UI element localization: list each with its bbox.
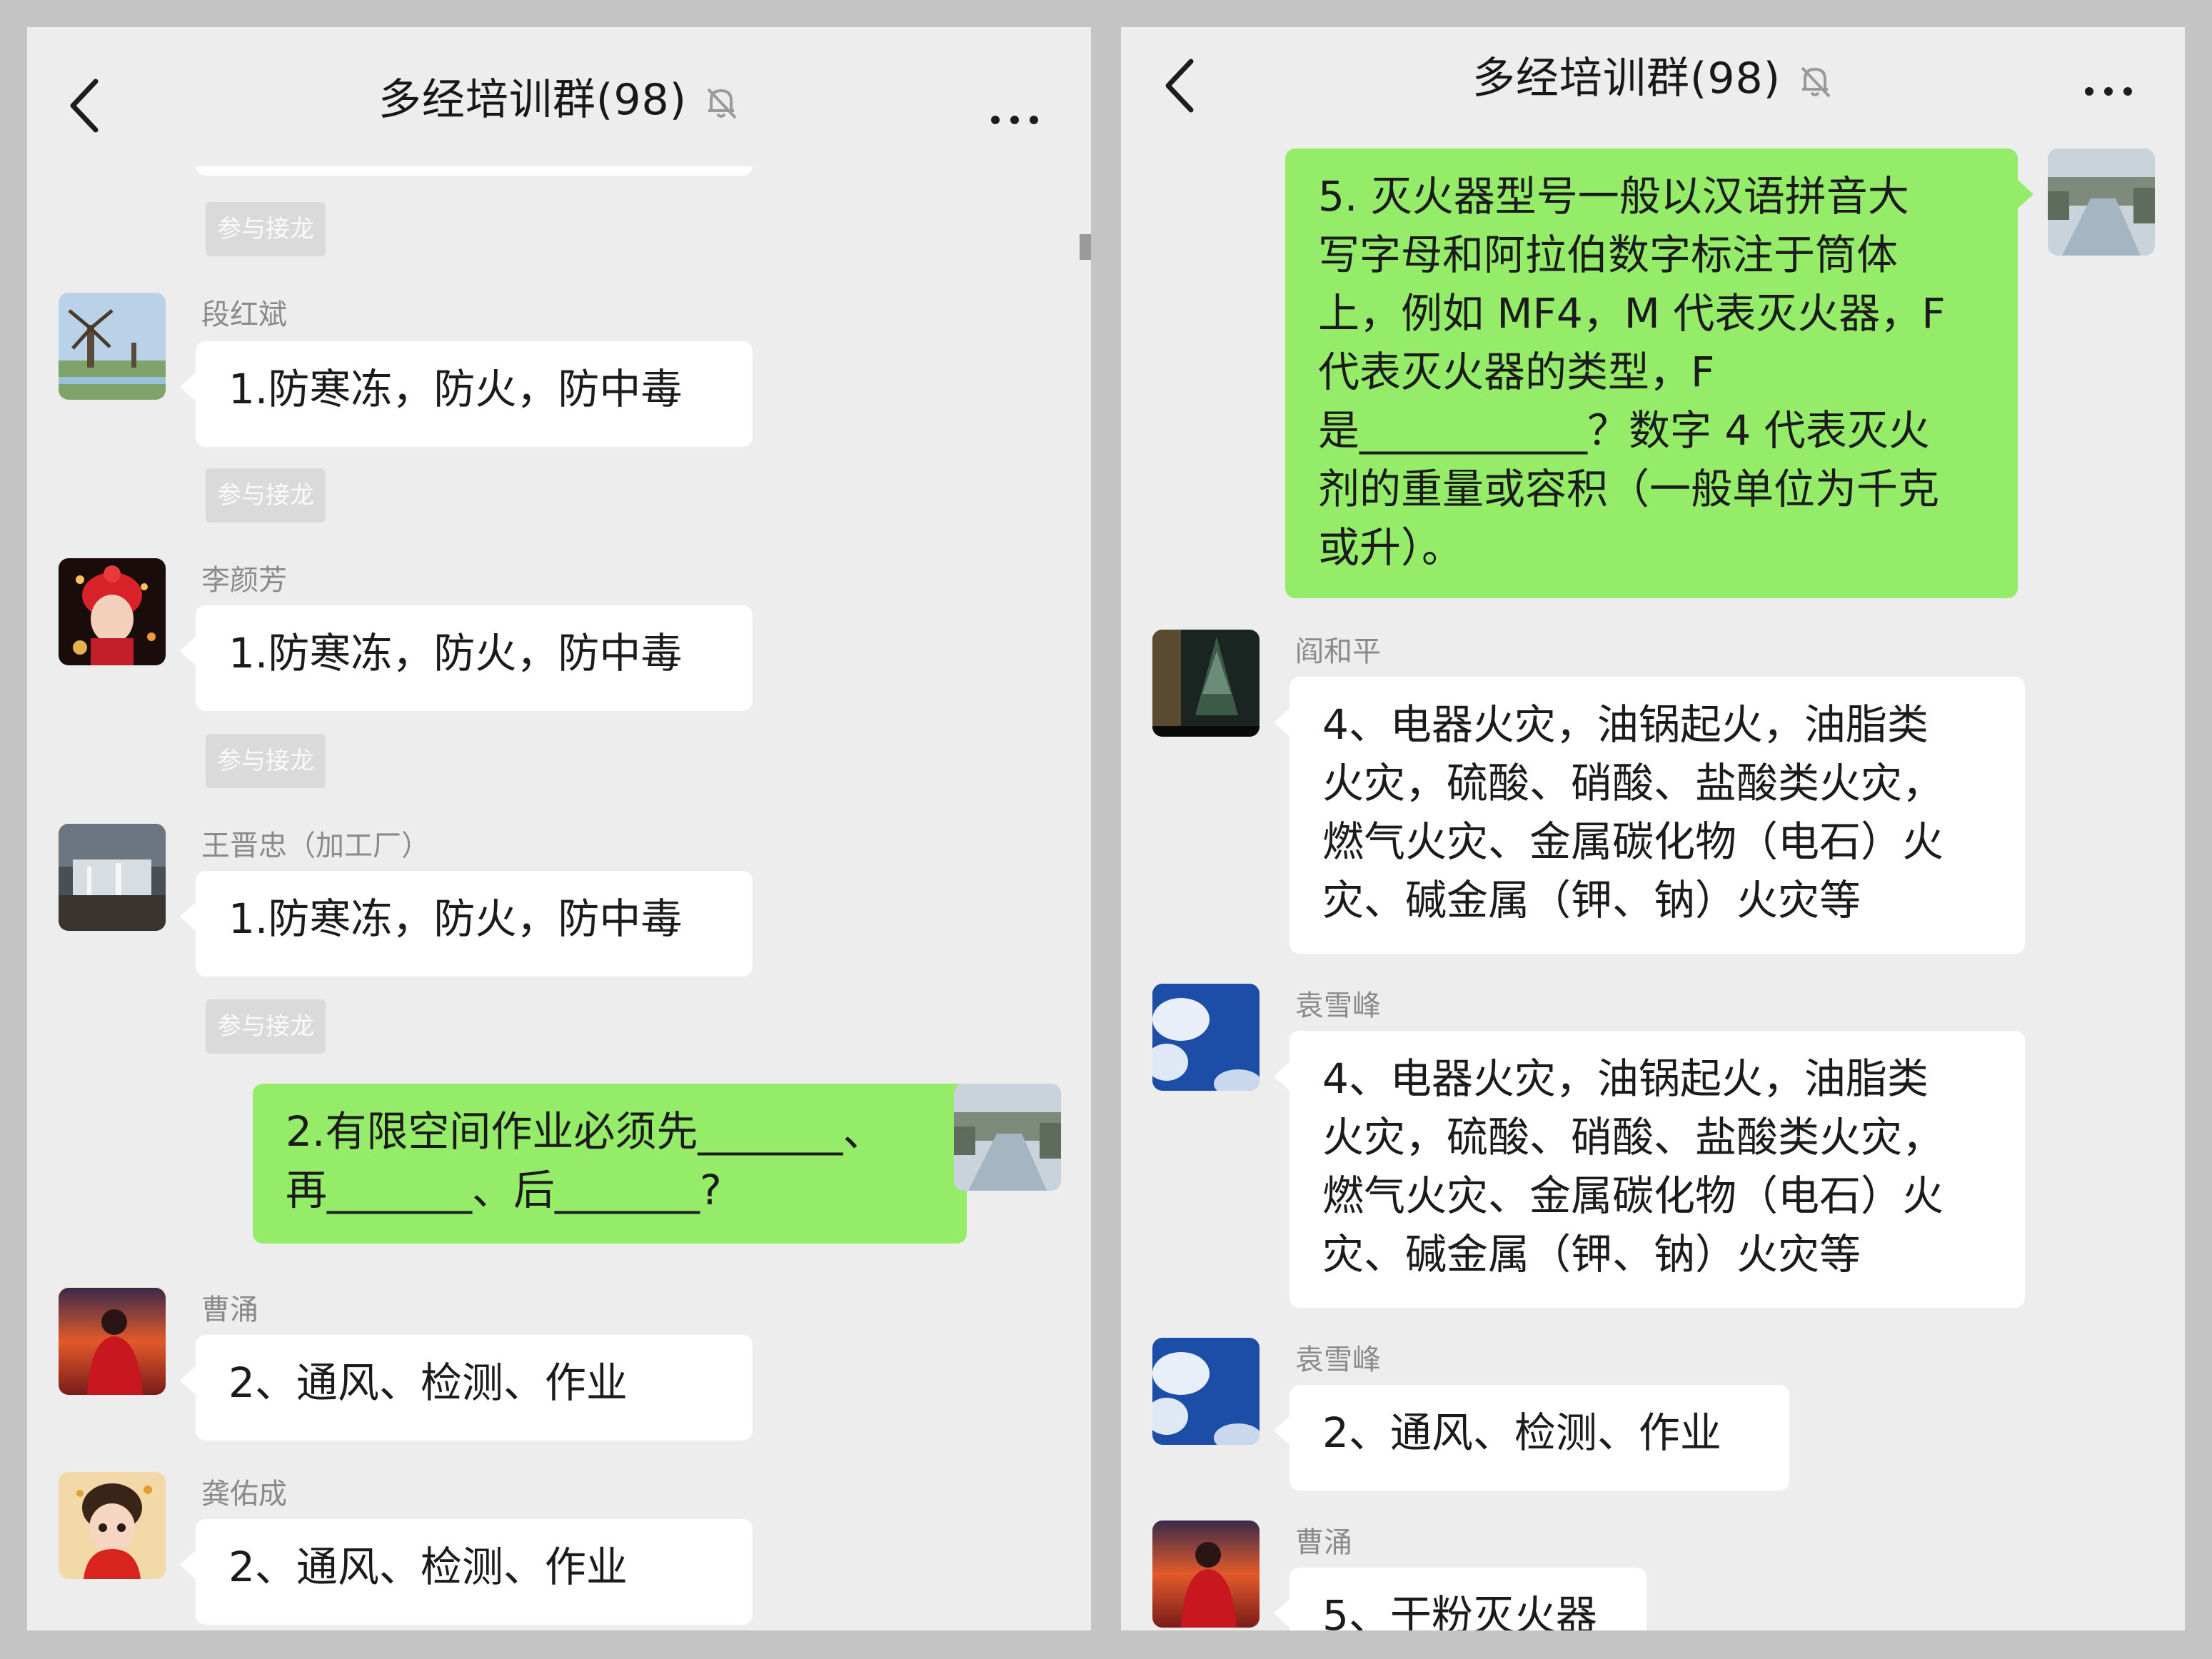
message-text-line: 代表灭火器的类型，F [1318,348,1715,396]
message-bubble[interactable]: 2、通风、检测、作业 [180,1519,753,1625]
sender-name: 曹涌 [1295,1526,1352,1559]
relay-tag[interactable]: 参与接龙 [206,202,326,256]
message-text-line: 灾、碱金属（钾、钠）火灾等 [1322,876,1861,924]
sender-name: 袁雪峰 [1295,989,1381,1022]
river-avatar[interactable] [954,1084,1061,1191]
waterfall-avatar[interactable] [59,824,166,931]
message-bubble-outgoing[interactable]: 5. 灭火器型号一般以汉语拼音大 写字母和阿拉伯数字标注于筒体 上，例如 MF4… [1285,148,2033,598]
sender-name: 龚佑成 [201,1478,287,1511]
cartoon-boy-avatar[interactable] [59,1472,166,1579]
red-hat-girl-avatar[interactable] [59,558,166,665]
chat-header: 多经培训群(98) [27,27,1091,166]
scrollbar[interactable] [1080,234,1091,260]
message-bubble[interactable]: 4、电器火灾，油锅起火，油脂类 火灾，硫酸、硝酸、盐酸类火灾， 燃气火灾、金属碳… [1274,677,2025,954]
sender-name: 李颜芳 [201,564,287,597]
message-text-line: 5. 灭火器型号一般以汉语拼音大 [1318,172,1909,221]
message-bubble[interactable]: 5、干粉灭火器 [1274,1568,1647,1630]
sender-name: 阎和平 [1295,635,1381,668]
message-text-line: 火灾，硫酸、硝酸、盐酸类火灾， [1322,1113,1944,1161]
more-dots-icon[interactable] [2082,84,2135,99]
message-text-line: 再_______、后_______? [286,1166,722,1214]
message-text-line: 灾、碱金属（钾、钠）火灾等 [1322,1230,1861,1279]
message-text-line: 2.有限空间作业必须先_______、 [286,1107,885,1156]
message-text: 2、通风、检测、作业 [228,1358,628,1407]
message-list[interactable]: 参与接龙 段红斌 1.防寒冻，防火，防中毒 参与接龙 李颜芳 1.防寒冻，防火，… [27,27,1091,1630]
message-text: 1.防寒冻，防火，防中毒 [228,629,683,677]
message-bubble[interactable]: 4、电器火灾，油锅起火，油脂类 火灾，硫酸、硝酸、盐酸类火灾， 燃气火灾、金属碳… [1274,1031,2025,1308]
more-dots-icon[interactable] [988,113,1041,127]
message-text-line: 写字母和阿拉伯数字标注于筒体 [1318,231,1899,279]
chat-title-text: 多经培训群(98) [378,75,688,125]
message-text-line: 或升）。 [1318,523,1464,572]
message-text-line: 4、电器火灾，油锅起火，油脂类 [1322,700,1929,749]
message-text: 2、通风、检测、作业 [1322,1408,1721,1457]
relay-tag[interactable]: 参与接龙 [206,468,326,523]
sky-cloud-avatar[interactable] [1152,984,1260,1091]
chat-header: 多经培训群(98) [1121,27,2185,141]
bell-muted-icon [1796,62,1834,99]
message-bubble-outgoing[interactable]: 2.有限空间作业必须先_______、 再_______、后_______? [253,1084,982,1244]
sunset-person-avatar[interactable] [1152,1521,1260,1628]
chat-title[interactable]: 多经培训群(98) [27,71,1091,128]
message-bubble[interactable]: 2、通风、检测、作业 [1274,1385,1789,1491]
sender-name: 王晋忠（加工厂） [201,830,430,862]
chat-window-right: 5. 灭火器型号一般以汉语拼音大 写字母和阿拉伯数字标注于筒体 上，例如 MF4… [1121,27,2185,1630]
message-text: 5、干粉灭火器 [1322,1591,1597,1630]
sender-name: 曹涌 [201,1294,258,1326]
relay-tag[interactable]: 参与接龙 [206,734,326,788]
message-text-line: 燃气火灾、金属碳化物（电石）火 [1322,817,1944,866]
message-text: 2、通风、检测、作业 [228,1543,628,1591]
message-bubble[interactable]: 1.防寒冻，防火，防中毒 [180,341,753,447]
message-bubble[interactable]: 2、通风、检测、作业 [180,1335,753,1441]
message-text-line: 是___________？数字 4 代表灭火 [1318,406,1930,455]
message-text-line: 燃气火灾、金属碳化物（电石）火 [1322,1171,1944,1220]
chat-title-text: 多经培训群(98) [1472,54,1781,104]
tree-avatar[interactable] [1152,630,1260,737]
message-bubble[interactable]: 1.防寒冻，防火，防中毒 [180,871,753,977]
message-text-line: 上，例如 MF4，M 代表灭火器，F [1318,289,1946,338]
river-avatar[interactable] [2048,148,2155,256]
chat-window-left: 参与接龙 段红斌 1.防寒冻，防火，防中毒 参与接龙 李颜芳 1.防寒冻，防火，… [27,27,1091,1630]
message-text-line: 剂的重量或容积（一般单位为千克 [1318,465,1940,513]
sky-cloud-avatar[interactable] [1152,1338,1260,1445]
bell-muted-icon [703,84,740,121]
sender-name: 段红斌 [201,298,287,331]
message-text-line: 火灾，硫酸、硝酸、盐酸类火灾， [1322,759,1944,807]
sunset-person-avatar[interactable] [59,1288,166,1395]
windmill-avatar[interactable] [59,293,166,400]
message-text: 1.防寒冻，防火，防中毒 [228,894,683,943]
message-bubble[interactable]: 1.防寒冻，防火，防中毒 [180,605,753,711]
relay-tag[interactable]: 参与接龙 [206,999,326,1054]
message-text-line: 4、电器火灾，油锅起火，油脂类 [1322,1054,1929,1103]
sender-name: 袁雪峰 [1295,1343,1381,1376]
message-list[interactable]: 5. 灭火器型号一般以汉语拼音大 写字母和阿拉伯数字标注于筒体 上，例如 MF4… [1121,27,2185,1630]
message-text: 1.防寒冻，防火，防中毒 [228,365,683,413]
chat-title[interactable]: 多经培训群(98) [1121,50,2185,107]
